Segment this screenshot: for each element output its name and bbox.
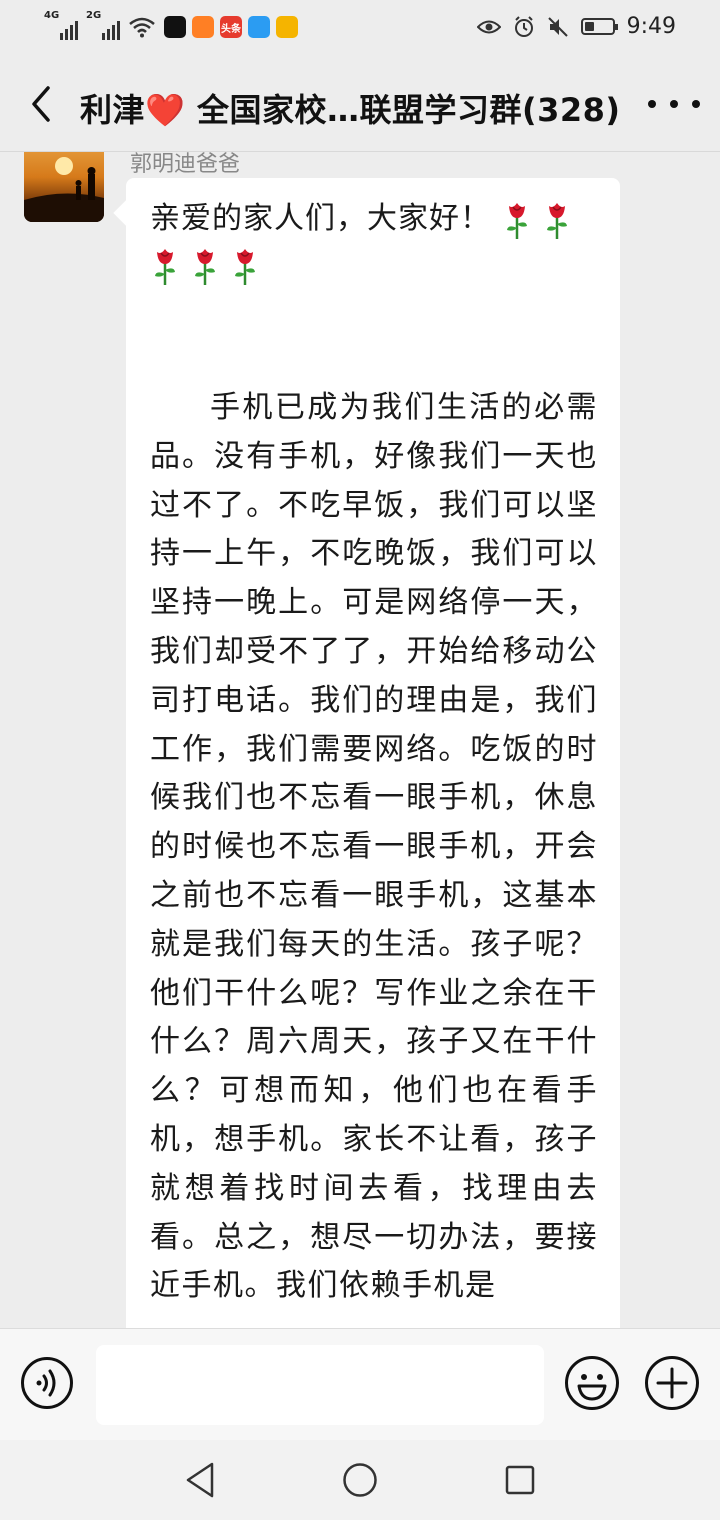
nav-recent-apps-icon[interactable] <box>504 1464 536 1496</box>
rose-emoji-icon <box>542 200 572 240</box>
back-icon[interactable] <box>22 82 62 126</box>
kuaishou-app-icon <box>192 16 214 38</box>
signal-icon-2: 2G <box>86 10 120 40</box>
nav-home-icon[interactable] <box>342 1462 378 1498</box>
sender-name: 郭明迪爸爸 <box>130 152 241 177</box>
music-app-icon <box>276 16 298 38</box>
signal-icon: 4G <box>44 10 78 40</box>
status-left: 4G 2G 头条 <box>44 10 298 40</box>
alarm-icon <box>514 15 533 37</box>
message-bubble[interactable]: 亲爱的家人们，大家好！ 手机已成为我们生活的必需品。没有手机，好像我们一天也过不… <box>126 178 620 1328</box>
voice-icon[interactable] <box>20 1356 74 1410</box>
message-input[interactable] <box>96 1345 544 1425</box>
chat-title: 利津❤️ 全国家校…联盟学习群(328) <box>80 91 621 129</box>
mute-icon <box>547 16 568 37</box>
message-body: 手机已成为我们生活的必需品。没有手机，好像我们一天也过不了。不吃早饭，我们可以坚… <box>150 390 598 1304</box>
network-type-2: 2G <box>86 10 102 21</box>
greeting-text: 亲爱的家人们，大家好！ <box>150 196 598 288</box>
toutiao-app-icon: 头条 <box>220 16 242 38</box>
title-bar: 利津❤️ 全国家校…联盟学习群(328) <box>0 58 720 152</box>
video-app-icon <box>164 16 186 38</box>
rose-emoji-icon <box>230 246 260 286</box>
rose-emojis-line-1 <box>502 200 572 240</box>
emoji-icon[interactable] <box>564 1355 620 1411</box>
rose-emoji-icon <box>502 200 532 240</box>
clock: 9:49 <box>626 14 676 39</box>
battery-icon <box>580 18 618 35</box>
rose-emoji-icon <box>190 246 220 286</box>
rose-emojis-line-2 <box>150 246 260 286</box>
plus-icon[interactable] <box>644 1355 700 1411</box>
navigation-bar <box>0 1440 720 1520</box>
chat-area[interactable]: 郭明迪爸爸 亲爱的家人们，大家好！ 手机已成为我们生活的必需品。没有手机，好像我… <box>0 152 720 1328</box>
notification-app-icons: 头条 <box>164 16 298 38</box>
more-options-icon[interactable] <box>648 82 700 126</box>
status-bar: 4G 2G 头条 9:49 <box>0 0 720 58</box>
sunset-photo <box>24 157 104 222</box>
rose-emoji-icon <box>150 246 180 286</box>
network-type-1: 4G <box>44 10 60 21</box>
chat-app-icon <box>248 16 270 38</box>
avatar[interactable] <box>24 152 104 222</box>
nav-back-icon[interactable] <box>182 1460 218 1500</box>
status-right: 9:49 <box>476 14 676 39</box>
greeting-label: 亲爱的家人们，大家好！ <box>150 201 491 236</box>
eye-icon <box>476 20 501 33</box>
wifi-icon <box>129 17 155 38</box>
input-bar <box>0 1328 720 1440</box>
